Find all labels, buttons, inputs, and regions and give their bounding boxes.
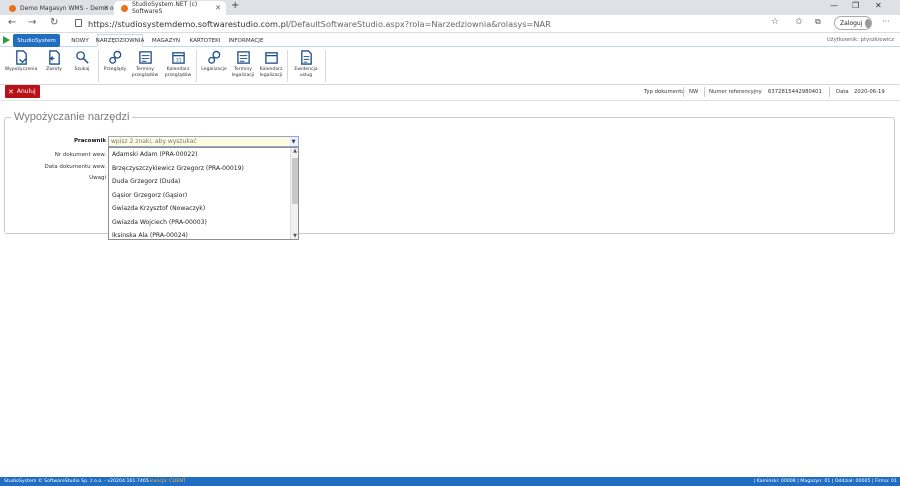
ribbon-separator bbox=[325, 50, 326, 82]
browser-tab-demo-wms[interactable]: Demo Magasyn WMS – Demo o ✕ bbox=[2, 1, 114, 15]
status-version: StudioSystem © SoftwareStudio Sp. z o.o.… bbox=[4, 479, 149, 484]
employee-combobox[interactable]: ▼ bbox=[108, 136, 299, 147]
forward-icon[interactable]: → bbox=[28, 17, 36, 28]
status-context: | Kamiński: 00008 | Magazyn: 01 | Oddzia… bbox=[753, 479, 897, 484]
ribbon-button-kalendarz-przegladow[interactable]: 31 Kalendarz przeglądów bbox=[161, 50, 195, 79]
employee-label: Pracownik bbox=[73, 138, 106, 144]
ref-number-value: 637281544298040​1 bbox=[768, 89, 822, 95]
tab-narzedziownia[interactable]: NARZĘDZIOWNIA bbox=[96, 34, 144, 47]
cancel-button[interactable]: ✕ Anuluj bbox=[5, 85, 40, 98]
minimize-icon[interactable]: — bbox=[830, 1, 838, 10]
date-label: Data bbox=[836, 89, 849, 95]
list-item[interactable]: Iksinska Ala (PRA-00024) bbox=[109, 229, 298, 239]
docnum-label: Nr dokument wew. bbox=[54, 152, 106, 158]
lock-icon bbox=[75, 19, 82, 27]
close-tab-icon[interactable]: ✕ bbox=[103, 4, 109, 12]
gears-icon bbox=[108, 50, 121, 64]
close-tab-icon[interactable]: ✕ bbox=[215, 4, 221, 12]
tab-magazyn[interactable]: MAGAZYN bbox=[151, 34, 181, 47]
address-bar: ← → ↻ https://studiosystemdemo.softwares… bbox=[0, 15, 900, 33]
search-tool-icon bbox=[75, 51, 89, 64]
divider bbox=[683, 87, 684, 97]
list-item[interactable]: Gwiazda Wojciech (PRA-00003) bbox=[109, 216, 298, 230]
employee-dropdown-list: Adamski Adam (PRA-00022) Brzęczyszczykie… bbox=[108, 147, 299, 240]
user-label: Użytkownik: ptyszkiewicz bbox=[826, 37, 894, 43]
browser-tab-studiosystem[interactable]: StudioSystem.NET (c) SoftwareS ✕ bbox=[114, 1, 226, 15]
svg-text:31: 31 bbox=[175, 58, 181, 64]
divider bbox=[829, 87, 830, 97]
date-value: 2020-06-19 bbox=[854, 89, 885, 95]
ribbon-button-kalendarz-legalizacji[interactable]: Kalendarz legalizacji bbox=[254, 50, 288, 79]
restore-icon[interactable]: ❐ bbox=[852, 1, 859, 10]
calendar-list-icon bbox=[138, 51, 152, 64]
refresh-icon[interactable]: ↻ bbox=[50, 17, 58, 28]
calendar-icon: 31 bbox=[171, 52, 185, 64]
document-return-icon bbox=[48, 50, 60, 65]
ribbon-button-szukaj[interactable]: Szukaj bbox=[65, 50, 99, 73]
scrollbar-thumb[interactable] bbox=[292, 158, 298, 204]
document-arrow-icon bbox=[15, 50, 27, 65]
notes-label: Uwagi bbox=[89, 175, 106, 181]
tab-kartoteki[interactable]: KARTOTEKI bbox=[188, 34, 222, 47]
scroll-down-icon[interactable]: ▼ bbox=[291, 233, 298, 239]
browser-tab-title: StudioSystem.NET (c) SoftwareS bbox=[132, 1, 198, 15]
divider bbox=[704, 87, 705, 97]
ref-number-label: Numer referencyjny bbox=[709, 89, 762, 95]
gears-icon bbox=[207, 50, 220, 64]
docdate-label: Data dokumentu wew. bbox=[44, 164, 106, 170]
document-list-icon bbox=[300, 50, 312, 65]
tab-informacje[interactable]: INFORMACJE bbox=[228, 34, 264, 47]
favicon-icon bbox=[9, 4, 16, 12]
chevron-down-icon[interactable]: ▼ bbox=[289, 137, 298, 146]
close-window-icon[interactable]: ✕ bbox=[875, 1, 882, 10]
calendar-icon bbox=[264, 52, 278, 64]
form-legend: Wypożyczanie narzędzi bbox=[11, 111, 133, 123]
doc-type-label: Typ dokumentu bbox=[644, 89, 685, 95]
calendar-list-icon bbox=[236, 51, 250, 64]
avatar-icon bbox=[865, 18, 871, 28]
browser-tab-title: Demo Magasyn WMS – Demo o bbox=[20, 4, 114, 12]
new-tab-button[interactable]: + bbox=[231, 0, 239, 11]
ribbon-button-wypozyczenia[interactable]: Wypożyczenia bbox=[4, 50, 38, 73]
divider bbox=[0, 100, 900, 101]
list-item[interactable]: Brzęczyszczykiewicz Grzegorz (PRA-00019) bbox=[109, 162, 298, 176]
back-icon[interactable]: ← bbox=[8, 17, 16, 28]
ribbon-button-ewidencja-uslug[interactable]: Ewidencja usług bbox=[289, 50, 323, 79]
tab-nowy[interactable]: NOWY bbox=[68, 34, 92, 47]
collections-icon[interactable]: ⧉ bbox=[815, 17, 821, 27]
favorites-bar-icon[interactable]: ✩ bbox=[795, 17, 803, 27]
more-menu-icon[interactable]: ··· bbox=[882, 17, 890, 26]
scroll-up-icon[interactable]: ▲ bbox=[291, 148, 298, 154]
employee-input[interactable] bbox=[109, 137, 287, 146]
list-item[interactable]: Gwiazda Krzysztof (Nowaczyk) bbox=[109, 202, 298, 216]
list-item[interactable]: Gąsior Grzegorz (Gąsior) bbox=[109, 189, 298, 203]
dropdown-scrollbar[interactable]: ▲ ▼ bbox=[290, 148, 298, 239]
login-button[interactable]: Zaloguj bbox=[834, 16, 872, 30]
close-icon: ✕ bbox=[8, 87, 14, 96]
ribbon-button-terminy-przegladow[interactable]: Terminy przeglądów bbox=[128, 50, 162, 79]
favicon-icon bbox=[121, 4, 128, 12]
ribbon-separator bbox=[287, 50, 288, 82]
play-icon[interactable] bbox=[3, 36, 10, 44]
tab-studiosystem[interactable]: StudioSystem bbox=[13, 34, 60, 47]
url-field[interactable]: https://studiosystemdemo.softwarestudio.… bbox=[88, 19, 551, 29]
status-license: Licencja: CLIENT bbox=[147, 479, 186, 484]
favorite-star-icon[interactable]: ☆ bbox=[771, 17, 779, 27]
list-item[interactable]: Adamski Adam (PRA-00022) bbox=[109, 148, 298, 162]
ribbon-button-przeglady[interactable]: Przeglądy bbox=[98, 50, 132, 73]
doc-type-value: NW bbox=[689, 89, 699, 95]
status-bar: StudioSystem © SoftwareStudio Sp. z o.o.… bbox=[0, 477, 900, 486]
list-item[interactable]: Duda Grzegorz (Duda) bbox=[109, 175, 298, 189]
